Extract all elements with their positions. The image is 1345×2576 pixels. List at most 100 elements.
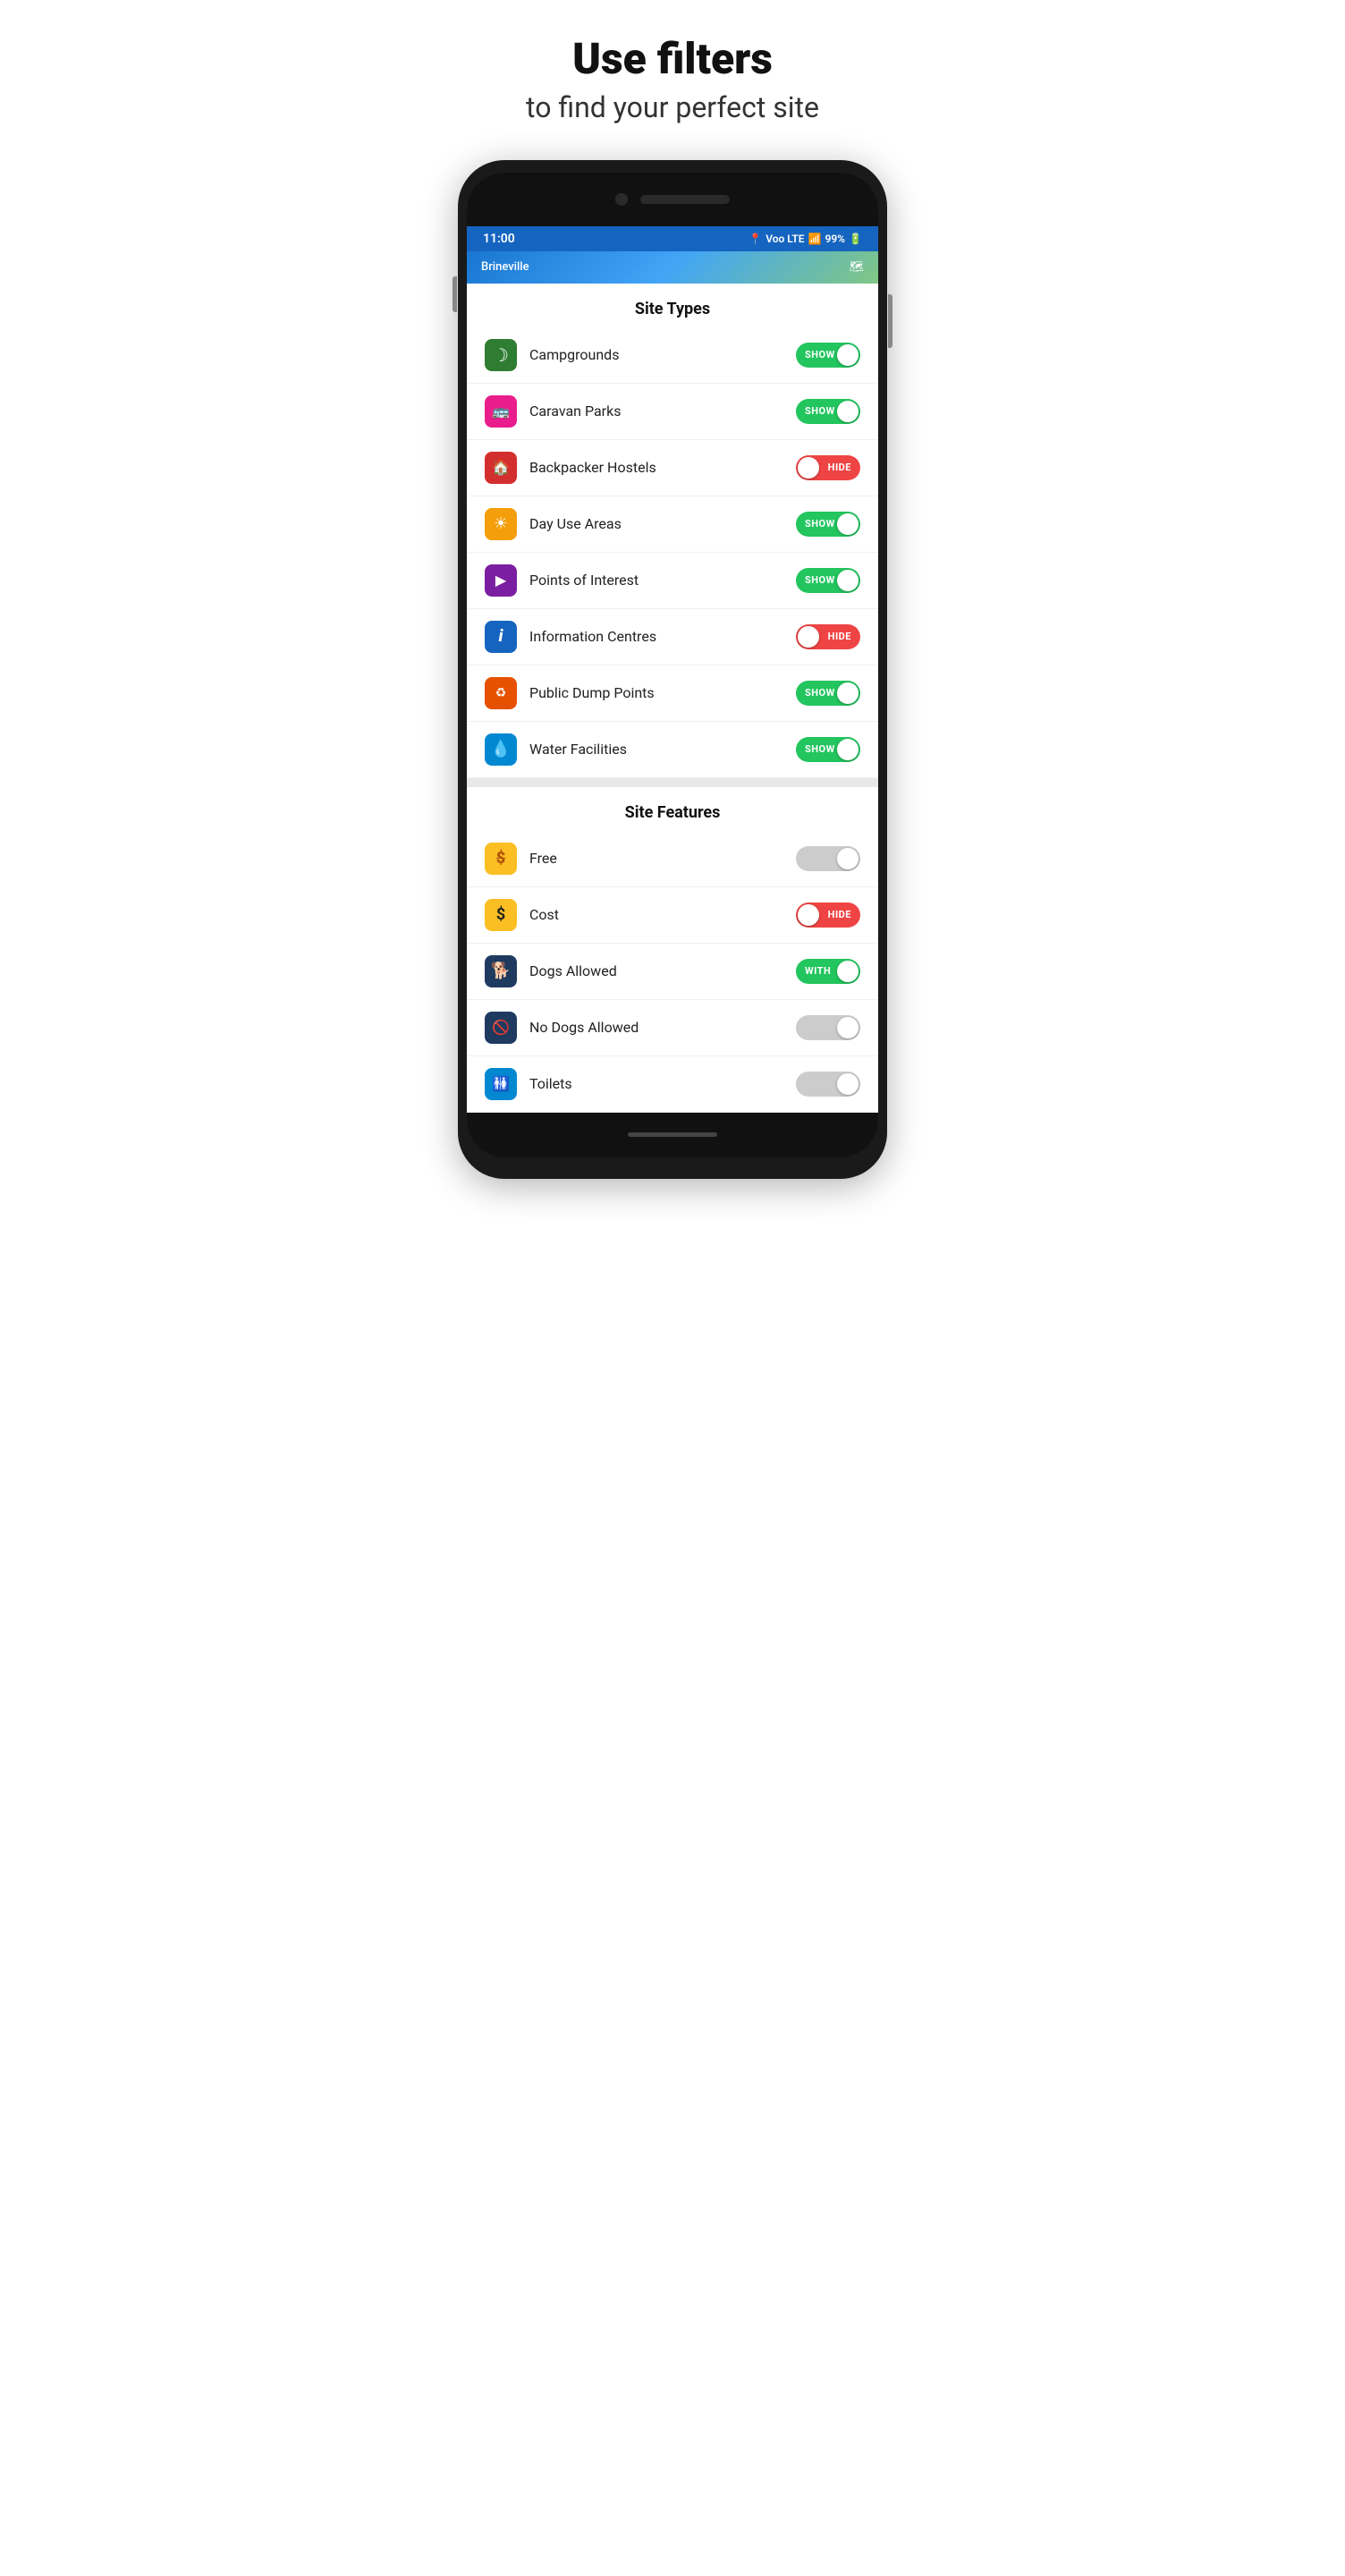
cost-toggle-knob	[798, 904, 819, 926]
filter-row-water[interactable]: 💧 Water Facilities SHOW	[467, 722, 878, 778]
nodogs-toggle-knob	[837, 1017, 859, 1038]
caravan-icon: 🚌	[485, 395, 517, 428]
filter-row-campgrounds[interactable]: ☽ Campgrounds SHOW	[467, 327, 878, 384]
status-location-icon: 📍	[749, 233, 762, 245]
dump-toggle-knob	[837, 682, 859, 704]
toilets-icon: 🚻	[485, 1068, 517, 1100]
water-toggle-label: SHOW	[805, 743, 835, 755]
dayuse-toggle-knob	[837, 513, 859, 535]
info-toggle-knob	[798, 626, 819, 648]
dogs-toggle-knob	[837, 961, 859, 982]
campgrounds-label: Campgrounds	[529, 346, 796, 363]
page-title: Use filters	[526, 36, 819, 83]
dump-toggle[interactable]: SHOW	[796, 681, 860, 706]
free-toggle-knob	[837, 848, 859, 869]
dump-icon: ♻	[485, 677, 517, 709]
toilets-toggle-knob	[837, 1073, 859, 1095]
info-icon: i	[485, 621, 517, 653]
info-label: Information Centres	[529, 628, 796, 645]
filter-row-nodogs[interactable]: 🚫 No Dogs Allowed	[467, 1000, 878, 1056]
dayuse-icon: ☀	[485, 508, 517, 540]
free-toggle[interactable]	[796, 846, 860, 871]
phone-shell: 11:00 📍 Voo LTE 📶 99% 🔋 Brineville 🗺 Sit…	[458, 160, 887, 1179]
water-toggle-knob	[837, 739, 859, 760]
poi-toggle-knob	[837, 570, 859, 591]
campgrounds-toggle-knob	[837, 344, 859, 366]
filter-row-info[interactable]: i Information Centres HIDE	[467, 609, 878, 665]
poi-label: Points of Interest	[529, 572, 796, 589]
dayuse-toggle[interactable]: SHOW	[796, 512, 860, 537]
screen-content: Site Types ☽ Campgrounds SHOW 🚌 Caravan …	[467, 284, 878, 1113]
filter-row-dayuse[interactable]: ☀ Day Use Areas SHOW	[467, 496, 878, 553]
backpacker-icon: 🏠	[485, 452, 517, 484]
poi-icon: ▶	[485, 564, 517, 597]
campgrounds-icon: ☽	[485, 339, 517, 371]
status-battery: 99%	[825, 233, 845, 245]
caravan-toggle-knob	[837, 401, 859, 422]
map-title: Brineville	[481, 260, 849, 274]
cost-label: Cost	[529, 906, 796, 923]
dogs-label: Dogs Allowed	[529, 962, 796, 979]
water-label: Water Facilities	[529, 741, 796, 758]
filter-row-backpacker[interactable]: 🏠 Backpacker Hostels HIDE	[467, 440, 878, 496]
free-icon: $	[485, 843, 517, 875]
filter-row-dogs[interactable]: 🐕 Dogs Allowed WITH	[467, 944, 878, 1000]
water-toggle[interactable]: SHOW	[796, 737, 860, 762]
dump-toggle-label: SHOW	[805, 687, 835, 699]
filter-row-toilets[interactable]: 🚻 Toilets	[467, 1056, 878, 1113]
caravan-toggle[interactable]: SHOW	[796, 399, 860, 424]
dogs-toggle-label: WITH	[805, 965, 831, 977]
campgrounds-toggle[interactable]: SHOW	[796, 343, 860, 368]
page-header: Use filters to find your perfect site	[526, 36, 819, 124]
filter-row-cost[interactable]: $ Cost HIDE	[467, 887, 878, 944]
section-divider	[467, 778, 878, 787]
speaker-bar	[640, 195, 730, 204]
cost-icon: $	[485, 899, 517, 931]
water-icon: 💧	[485, 733, 517, 766]
status-signal: Voo LTE	[766, 233, 804, 245]
nodogs-icon: 🚫	[485, 1012, 517, 1044]
filter-row-dump[interactable]: ♻ Public Dump Points SHOW	[467, 665, 878, 722]
backpacker-toggle-knob	[798, 457, 819, 479]
nodogs-toggle[interactable]	[796, 1015, 860, 1040]
map-icon: 🗺	[849, 260, 864, 274]
status-time: 11:00	[483, 232, 515, 246]
poi-toggle-label: SHOW	[805, 574, 835, 586]
caravan-toggle-label: SHOW	[805, 405, 835, 417]
map-peek: Brineville 🗺	[467, 251, 878, 284]
poi-toggle[interactable]: SHOW	[796, 568, 860, 593]
site-types-panel: Site Types ☽ Campgrounds SHOW 🚌 Caravan …	[467, 284, 878, 778]
toilets-toggle[interactable]	[796, 1072, 860, 1097]
free-label: Free	[529, 850, 796, 867]
status-battery-icon: 🔋	[849, 233, 862, 245]
cost-toggle-label: HIDE	[828, 909, 851, 920]
home-bar	[628, 1132, 717, 1137]
info-toggle-label: HIDE	[828, 631, 851, 642]
status-bar: 11:00 📍 Voo LTE 📶 99% 🔋	[467, 226, 878, 251]
status-wifi-icon: 📶	[808, 233, 822, 245]
filter-row-caravan[interactable]: 🚌 Caravan Parks SHOW	[467, 384, 878, 440]
dogs-toggle[interactable]: WITH	[796, 959, 860, 984]
nodogs-label: No Dogs Allowed	[529, 1019, 796, 1036]
cost-toggle[interactable]: HIDE	[796, 902, 860, 928]
bottom-bezel	[467, 1113, 878, 1157]
site-features-panel: Site Features $ Free $ Cost HIDE	[467, 787, 878, 1113]
dayuse-label: Day Use Areas	[529, 515, 796, 532]
filter-row-poi[interactable]: ▶ Points of Interest SHOW	[467, 553, 878, 609]
info-toggle[interactable]: HIDE	[796, 624, 860, 649]
caravan-label: Caravan Parks	[529, 402, 796, 419]
phone-inner: 11:00 📍 Voo LTE 📶 99% 🔋 Brineville 🗺 Sit…	[467, 173, 878, 1157]
backpacker-toggle[interactable]: HIDE	[796, 455, 860, 480]
camera-dot	[615, 193, 628, 206]
dump-label: Public Dump Points	[529, 684, 796, 701]
campgrounds-toggle-label: SHOW	[805, 349, 835, 360]
site-types-title: Site Types	[467, 284, 878, 327]
toilets-label: Toilets	[529, 1075, 796, 1092]
dogs-icon: 🐕	[485, 955, 517, 987]
filter-row-free[interactable]: $ Free	[467, 831, 878, 887]
top-bezel	[467, 173, 878, 226]
backpacker-toggle-label: HIDE	[828, 462, 851, 473]
backpacker-label: Backpacker Hostels	[529, 459, 796, 476]
page-subtitle: to find your perfect site	[526, 90, 819, 124]
dayuse-toggle-label: SHOW	[805, 518, 835, 530]
